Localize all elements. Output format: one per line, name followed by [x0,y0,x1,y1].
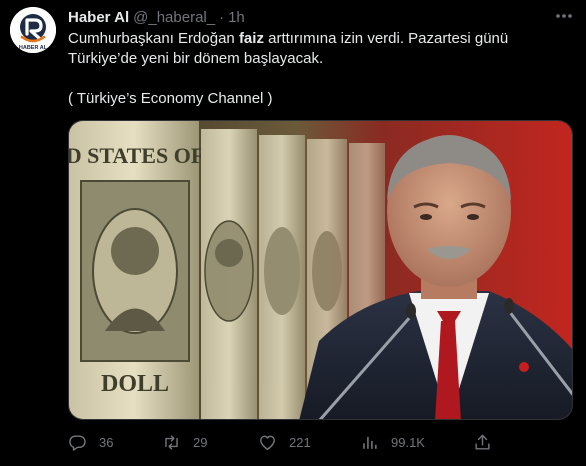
reply-count: 36 [99,434,114,450]
tweet-text: Cumhurbaşkanı Erdoğan faiz arttırımına i… [68,29,568,109]
share-button[interactable] [473,430,492,454]
haber-al-logo-icon: HABER AL [10,7,56,53]
reply-icon [69,434,86,451]
author-name[interactable]: Haber Al [68,9,129,26]
tweet-photo: D STATES OF DOLL [69,121,572,419]
views-count: 99.1K [391,434,425,450]
bill-text-2: DOLL [101,371,169,397]
reply-button[interactable]: 36 [68,430,113,454]
text-bold-keyword: faiz [238,30,264,47]
more-options-icon[interactable] [552,6,576,26]
separator: · [219,8,225,26]
tweet[interactable]: HABER AL Haber Al @_haberal_ · 1h Cumhur… [0,0,586,466]
like-button[interactable]: 221 [258,430,311,454]
text-line3: ( Türkiye’s Economy Channel ) [68,90,273,107]
like-count: 221 [289,434,311,450]
tweet-actions: 36 29 221 99.1K [68,430,573,454]
retweet-icon [165,434,178,450]
heart-icon [260,435,275,450]
views-button[interactable]: 99.1K [360,430,425,454]
retweet-button[interactable]: 29 [162,430,207,454]
views-chart-icon [363,436,377,449]
text-line1-a: Cumhurbaşkanı Erdoğan [68,30,239,47]
timestamp[interactable]: 1h [228,9,245,26]
bill-text: D STATES OF [69,143,204,168]
text-line2: Türkiye’de yeni bir dönem başlayacak. [68,50,324,67]
share-icon [475,434,490,450]
dollar-roll-1: D STATES OF DOLL [69,121,204,419]
author-handle[interactable]: @_haberal_ [133,9,215,26]
tweet-header: Haber Al @_haberal_ · 1h [68,7,245,27]
tweet-image[interactable]: D STATES OF DOLL [68,120,573,420]
retweet-count: 29 [193,434,208,450]
avatar[interactable]: HABER AL [10,7,56,53]
text-line1-b: arttırımına izin verdi. Pazartesi günü [263,30,509,47]
avatar-text: HABER AL [19,45,48,51]
